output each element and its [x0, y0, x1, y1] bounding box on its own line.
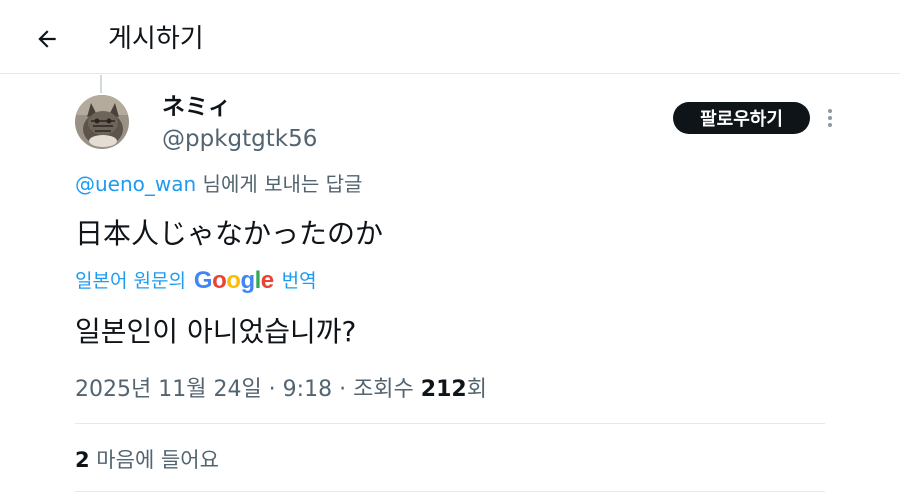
divider	[75, 423, 825, 424]
avatar[interactable]	[75, 95, 129, 149]
reply-context: @ueno_wan 님에게 보내는 답글	[75, 170, 362, 198]
author-display-name[interactable]: ネミィ	[162, 92, 231, 122]
post-meta: 2025년 11월 24일 · 9:18 · 조회수 212회	[75, 375, 487, 405]
post-text: 日本人じゃなかったのか	[75, 217, 384, 250]
translate-suffix: 번역	[281, 270, 317, 292]
post-time[interactable]: 9:18	[283, 377, 332, 402]
meta-separator: ·	[332, 377, 354, 402]
divider	[75, 491, 825, 492]
back-button[interactable]	[22, 14, 72, 64]
more-options-button[interactable]	[818, 104, 842, 132]
author-handle[interactable]: @ppkgtgtk56	[162, 124, 317, 154]
cat-avatar	[75, 95, 129, 149]
meta-separator: ·	[261, 377, 283, 402]
top-bar: 게시하기	[0, 0, 900, 74]
translate-prefix: 일본어 원문의	[75, 270, 186, 292]
thread-connector-line	[100, 75, 102, 93]
likes-count: 2	[75, 448, 90, 472]
google-logo: Google	[193, 267, 274, 294]
views-label: 조회수	[353, 377, 421, 402]
reply-suffix: 님에게 보내는 답글	[196, 172, 363, 196]
more-vertical-icon-dot	[828, 123, 832, 127]
follow-button[interactable]: 팔로우하기	[673, 102, 810, 134]
more-vertical-icon-dot	[828, 109, 832, 113]
arrow-left-icon	[38, 30, 56, 48]
likes-link[interactable]: 2 마음에 들어요	[75, 445, 219, 475]
translated-text: 일본인이 아니었습니까?	[75, 315, 357, 348]
likes-label: 마음에 들어요	[89, 448, 219, 472]
reply-mention-link[interactable]: @ueno_wan	[75, 172, 196, 196]
post-date[interactable]: 2025년 11월 24일	[75, 377, 262, 402]
views-suffix: 회	[466, 377, 487, 402]
translate-link[interactable]: 일본어 원문의 Google 번역	[75, 267, 317, 295]
page-title: 게시하기	[108, 24, 204, 54]
more-vertical-icon-dot	[828, 116, 832, 120]
views-count: 212	[420, 377, 467, 402]
